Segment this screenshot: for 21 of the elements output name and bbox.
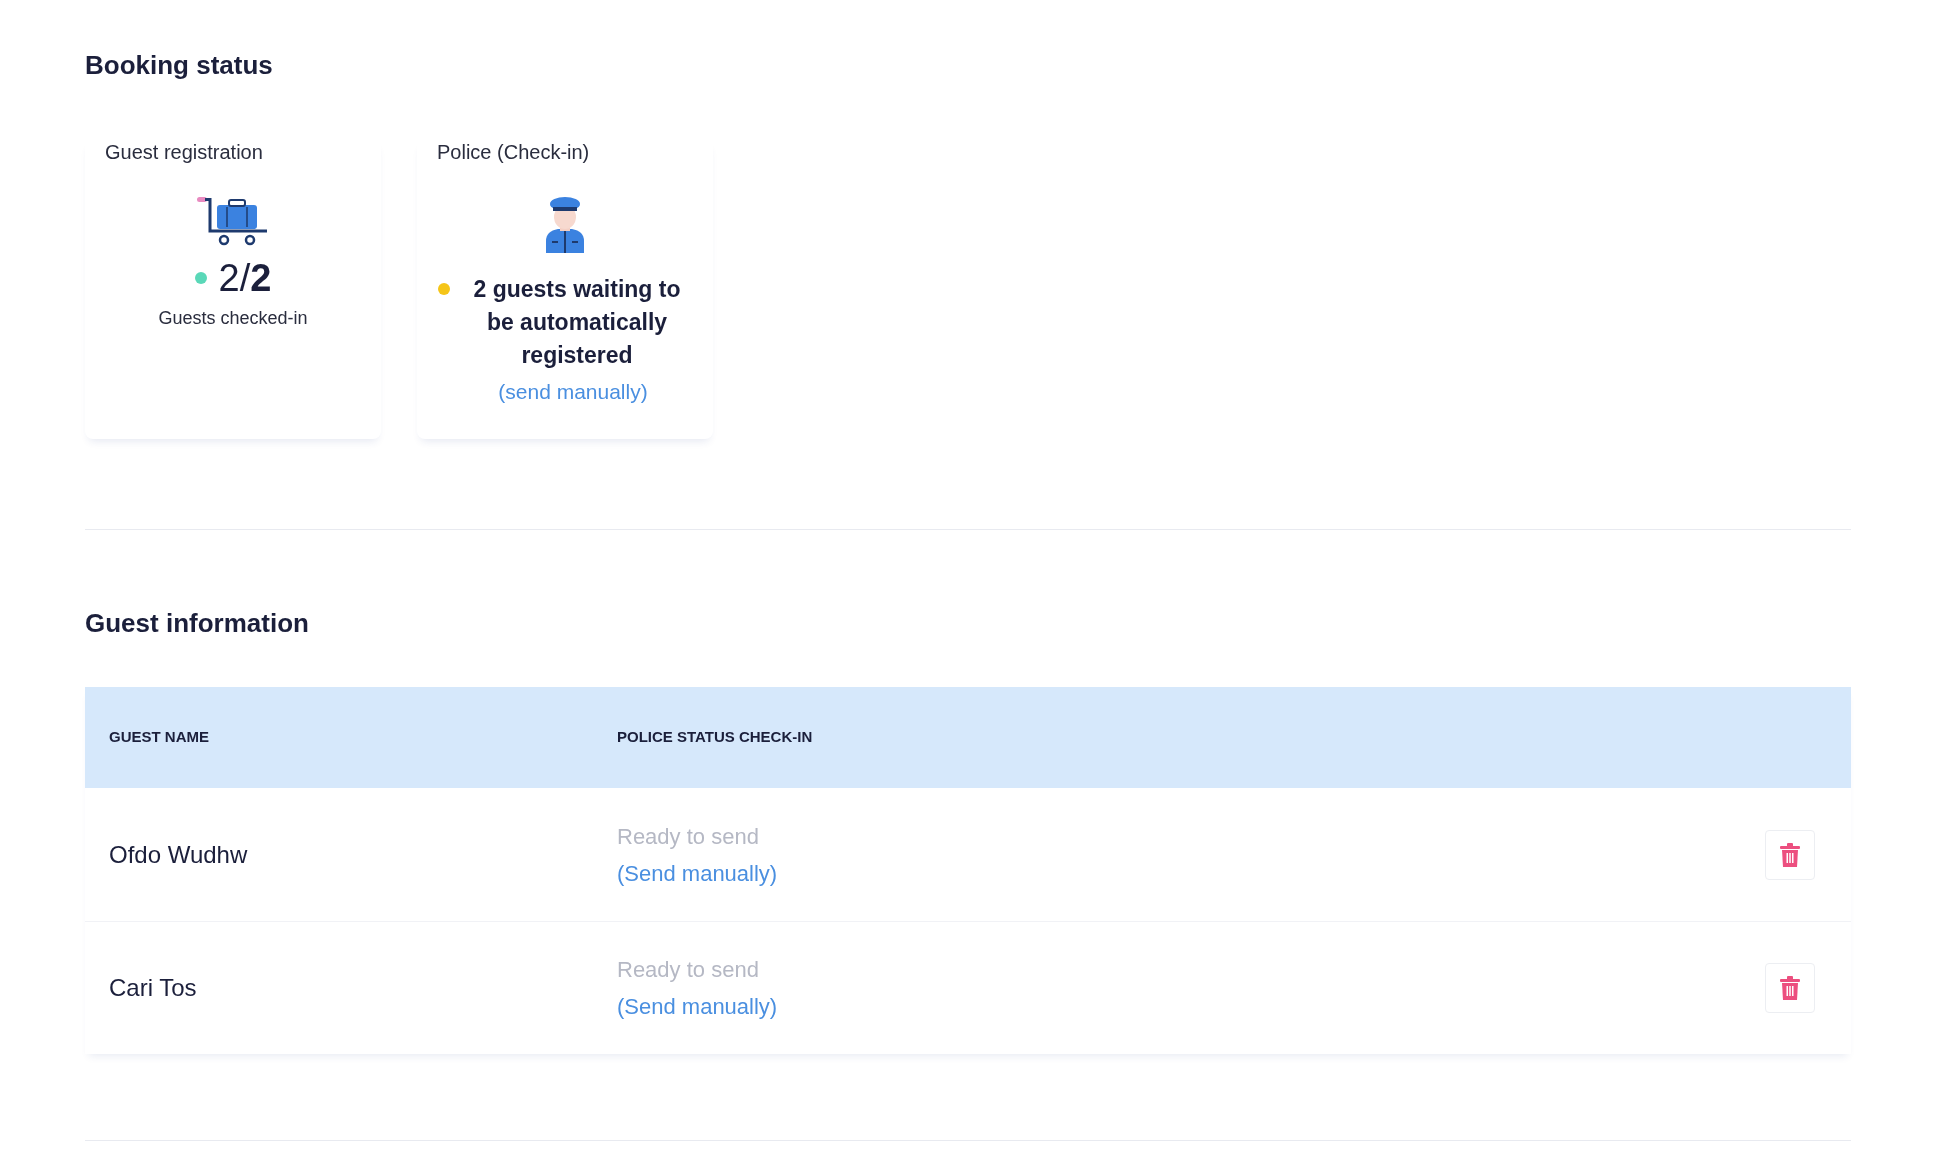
section-heading: Guest information	[85, 607, 310, 640]
guest-count: 2/2	[218, 259, 272, 297]
delete-button[interactable]	[1765, 829, 1815, 880]
trash-icon	[1780, 842, 1800, 867]
section-heading: Booking status	[85, 49, 274, 82]
send-manually-link[interactable]: (Send manually)	[617, 990, 778, 1023]
card-title: Police (Check-in)	[437, 140, 591, 165]
trash-icon	[1780, 976, 1800, 1000]
column-header: GUEST NAME	[109, 727, 210, 748]
card-title: Guest registration	[105, 140, 264, 165]
guest-name: Ofdo Wudhw	[109, 839, 249, 870]
column-header: POLICE STATUS CHECK-IN	[617, 727, 813, 748]
send-manually-link[interactable]: (send manually)	[498, 376, 648, 408]
status-text: Ready to send	[617, 822, 759, 851]
delete-button[interactable]	[1765, 963, 1815, 1013]
luggage-cart-icon	[197, 195, 269, 247]
send-manually-link[interactable]: (Send manually)	[617, 856, 778, 890]
status-text: Ready to send	[617, 956, 759, 984]
count-caption: Guests checked-in	[158, 307, 308, 330]
guest-name: Cari Tos	[109, 973, 198, 1003]
status-message: 2 guests waiting to be automatically registered	[472, 275, 682, 370]
